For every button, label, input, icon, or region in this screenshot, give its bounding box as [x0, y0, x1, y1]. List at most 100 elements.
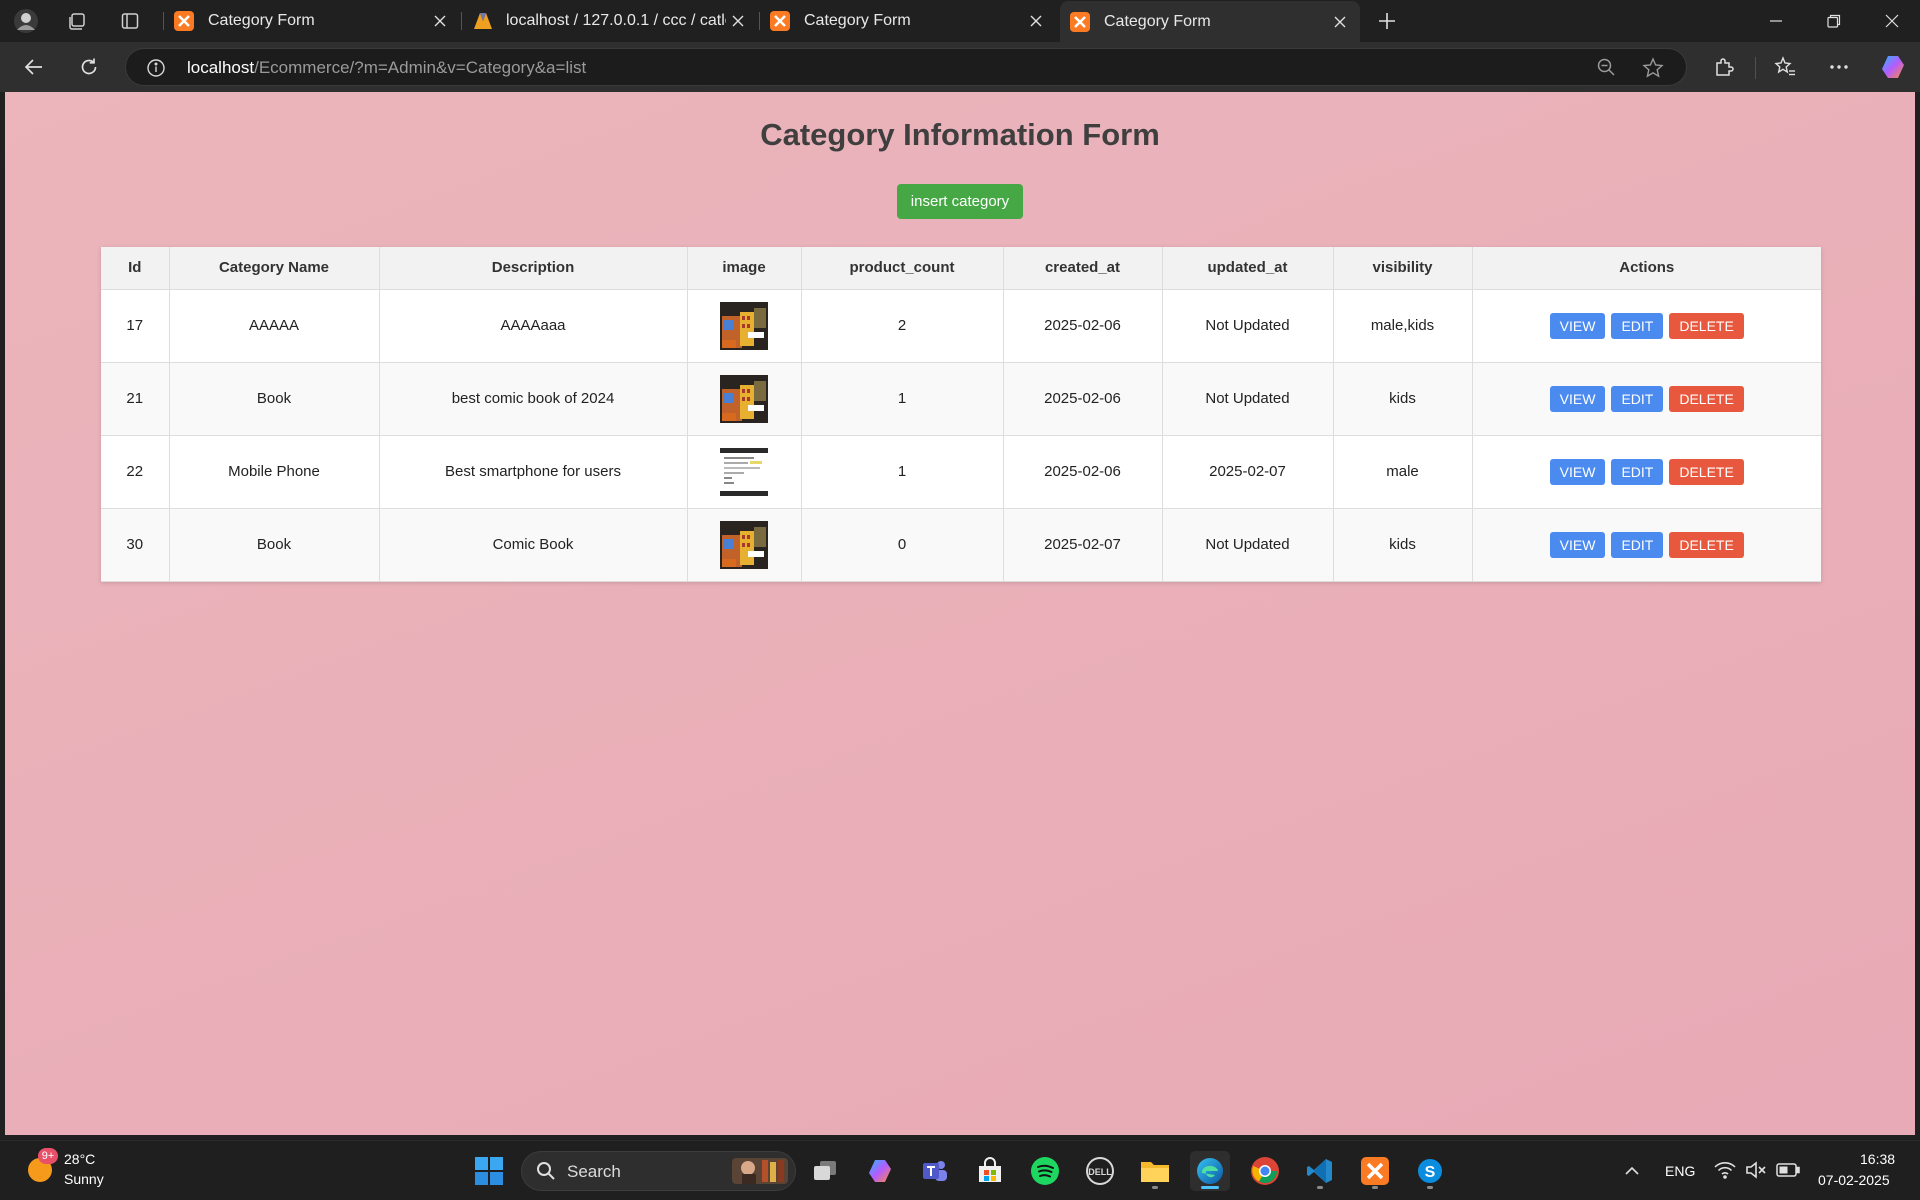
cell-updated-at: Not Updated: [1162, 508, 1334, 582]
language-indicator[interactable]: ENG: [1665, 1163, 1695, 1179]
tab-category-form-1[interactable]: Category Form: [164, 0, 460, 42]
chrome-icon[interactable]: [1245, 1151, 1285, 1191]
skype-icon[interactable]: S: [1410, 1151, 1450, 1191]
column-header[interactable]: Actions: [1472, 247, 1821, 290]
delete-button[interactable]: DELETE: [1669, 531, 1744, 558]
address-bar[interactable]: localhost/Ecommerce/?m=Admin&v=Category&…: [125, 48, 1687, 86]
xampp-app-icon[interactable]: [1355, 1151, 1395, 1191]
cell-created-at: 2025-02-06: [1003, 289, 1163, 363]
new-tab-button[interactable]: [1371, 6, 1403, 36]
show-hidden-icons-chevron-icon[interactable]: [1612, 1151, 1652, 1191]
search-icon: [536, 1161, 556, 1186]
taskbar-search-box[interactable]: Search: [521, 1151, 796, 1191]
tab-title: Category Form: [208, 12, 315, 29]
running-indicator: [1427, 1186, 1433, 1189]
close-icon[interactable]: [1024, 9, 1048, 33]
column-header[interactable]: product_count: [801, 247, 1004, 290]
cell-description: Comic Book: [379, 508, 688, 582]
cell-actions: VIEW EDIT DELETE: [1472, 435, 1821, 509]
delete-button[interactable]: DELETE: [1669, 458, 1744, 485]
category-table-container: Id Category Name Description image produ…: [101, 247, 1821, 582]
cell-actions: VIEW EDIT DELETE: [1472, 508, 1821, 582]
active-indicator: [1201, 1186, 1219, 1189]
close-icon[interactable]: [428, 9, 452, 33]
refresh-button[interactable]: [70, 49, 108, 85]
file-explorer-icon[interactable]: [1135, 1151, 1175, 1191]
workspaces-icon[interactable]: [61, 6, 93, 36]
svg-text:DELL: DELL: [1088, 1167, 1112, 1177]
favorite-star-icon[interactable]: [1642, 57, 1664, 84]
tab-title: Category Form: [804, 12, 911, 29]
battery-icon[interactable]: [1776, 1162, 1800, 1183]
column-header[interactable]: created_at: [1003, 247, 1163, 290]
favorites-icon[interactable]: [1766, 49, 1804, 85]
delete-button[interactable]: DELETE: [1669, 385, 1744, 412]
cell-image: [687, 435, 802, 509]
view-button[interactable]: VIEW: [1549, 312, 1606, 339]
tab-category-form-2[interactable]: Category Form: [760, 0, 1056, 42]
microsoft-store-icon[interactable]: [970, 1151, 1010, 1191]
delete-button[interactable]: DELETE: [1669, 312, 1744, 339]
site-info-icon[interactable]: [146, 58, 166, 83]
column-header[interactable]: Id: [101, 247, 170, 290]
wifi-icon[interactable]: [1714, 1161, 1736, 1184]
xampp-icon: [1070, 11, 1090, 32]
notification-badge: 9+: [38, 1148, 58, 1164]
close-icon[interactable]: [1328, 10, 1352, 34]
cell-updated-at: Not Updated: [1162, 289, 1334, 363]
edit-button[interactable]: EDIT: [1611, 385, 1664, 412]
edit-button[interactable]: EDIT: [1611, 458, 1664, 485]
cell-created-at: 2025-02-06: [1003, 362, 1163, 436]
toolbar-separator: [1755, 57, 1756, 79]
cell-id: 21: [101, 362, 170, 436]
edit-button[interactable]: EDIT: [1611, 312, 1664, 339]
column-header[interactable]: Category Name: [169, 247, 380, 290]
profile-avatar[interactable]: [10, 6, 42, 36]
task-view-icon[interactable]: [805, 1151, 845, 1191]
browser-toolbar: localhost/Ecommerce/?m=Admin&v=Category&…: [0, 42, 1920, 92]
copilot-app-icon[interactable]: [860, 1151, 900, 1191]
start-button[interactable]: [469, 1151, 509, 1191]
cell-actions: VIEW EDIT DELETE: [1472, 289, 1821, 363]
teams-icon[interactable]: [915, 1151, 955, 1191]
insert-category-button[interactable]: insert category: [897, 184, 1023, 219]
cell-description: AAAAaaa: [379, 289, 688, 363]
edit-button[interactable]: EDIT: [1611, 531, 1664, 558]
tab-phpmyadmin[interactable]: localhost / 127.0.0.1 / ccc / catlog: [462, 0, 758, 42]
column-header[interactable]: image: [687, 247, 802, 290]
close-window-button[interactable]: [1864, 0, 1920, 42]
weather-widget[interactable]: 9+ 28°C Sunny: [20, 1141, 120, 1200]
extensions-icon[interactable]: [1705, 49, 1743, 85]
column-header[interactable]: Description: [379, 247, 688, 290]
view-button[interactable]: VIEW: [1549, 385, 1606, 412]
tab-title: localhost / 127.0.0.1 / ccc / catlog: [506, 12, 726, 29]
view-button[interactable]: VIEW: [1549, 531, 1606, 558]
column-header[interactable]: visibility: [1333, 247, 1473, 290]
clock-time[interactable]: 16:38: [1860, 1151, 1895, 1167]
minimize-button[interactable]: [1748, 0, 1804, 42]
cell-id: 30: [101, 508, 170, 582]
cell-category-name: Book: [169, 508, 380, 582]
page-title: Category Information Form: [760, 117, 1160, 152]
tab-category-form-active[interactable]: Category Form: [1060, 1, 1360, 42]
xampp-icon: [770, 11, 790, 31]
dell-icon[interactable]: DELL: [1080, 1151, 1120, 1191]
view-button[interactable]: VIEW: [1549, 458, 1606, 485]
edge-browser-icon[interactable]: [1190, 1151, 1230, 1191]
column-header[interactable]: updated_at: [1162, 247, 1334, 290]
clock-date[interactable]: 07-02-2025: [1818, 1172, 1890, 1188]
copilot-icon[interactable]: [1874, 49, 1912, 85]
category-table: Id Category Name Description image produ…: [101, 247, 1821, 582]
svg-text:S: S: [1425, 1164, 1436, 1181]
search-highlight-image: [732, 1156, 788, 1191]
zoom-out-icon[interactable]: [1596, 57, 1616, 82]
restore-button[interactable]: [1806, 0, 1862, 42]
volume-muted-icon[interactable]: [1745, 1161, 1767, 1184]
spotify-icon[interactable]: [1025, 1151, 1065, 1191]
url-text: localhost/Ecommerce/?m=Admin&v=Category&…: [187, 58, 586, 78]
vscode-icon[interactable]: [1300, 1151, 1340, 1191]
back-button[interactable]: [15, 49, 53, 85]
tab-actions-icon[interactable]: [114, 6, 146, 36]
close-icon[interactable]: [726, 9, 750, 33]
more-menu-icon[interactable]: [1820, 49, 1858, 85]
